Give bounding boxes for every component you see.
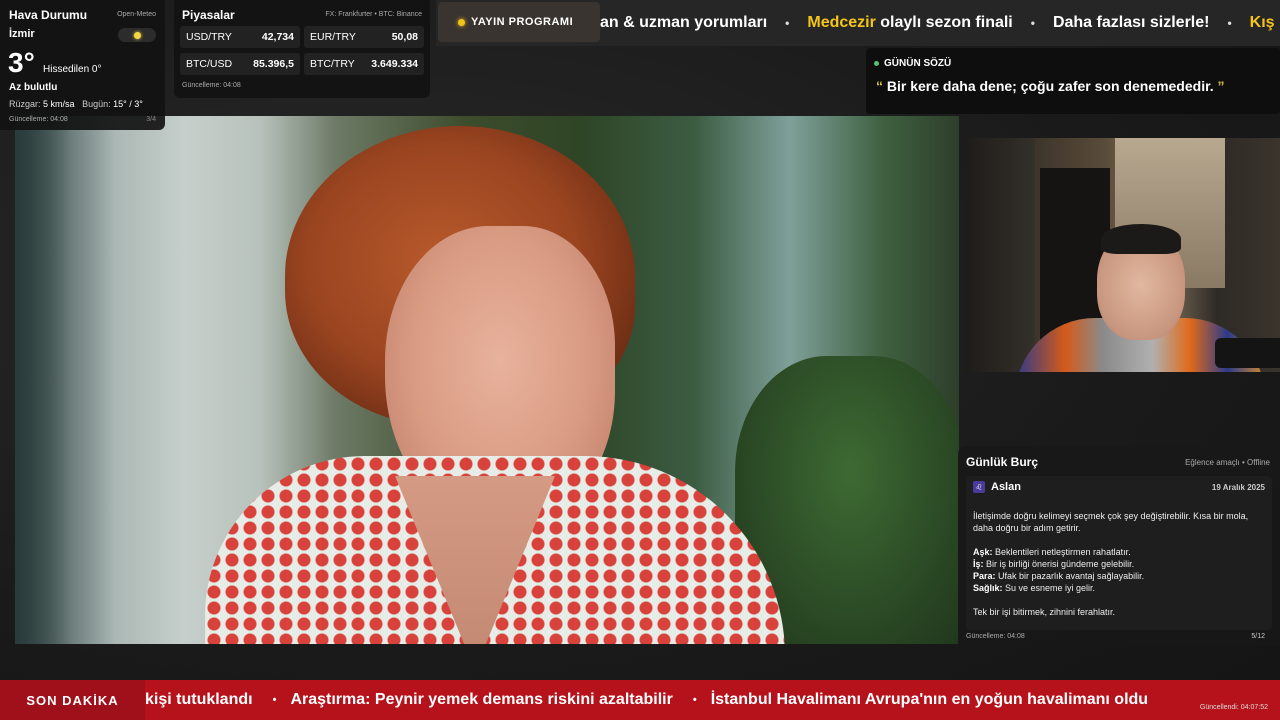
market-row: BTC/TRY 3.649.334 [304, 53, 424, 75]
breaking-item: İstanbul Havalimanı Avrupa'nın en yoğun … [710, 691, 1149, 708]
webcam-background [965, 138, 1035, 372]
market-row: EUR/TRY 50,08 [304, 26, 424, 48]
horoscope-intro: İletişimde doğru kelimeyi seçmek çok şey… [973, 511, 1249, 533]
horoscope-widget: Günlük Burç Eğlence amaçlı • Offline ♌ A… [958, 446, 1280, 646]
horoscope-line: Aşk: Beklentileri netleştirmen rahatlatı… [973, 547, 1131, 557]
horoscope-body: İletişimde doğru kelimeyi seçmek çok şey… [973, 510, 1263, 618]
top-ticker: an & uzman yorumları • Medcezir olaylı s… [600, 0, 1280, 46]
quote-title: GÜNÜN SÖZÜ [874, 58, 951, 69]
horoscope-line: İş: Bir iş birliği önerisi gündeme geleb… [973, 559, 1135, 569]
market-row: USD/TRY 42,734 [180, 26, 300, 48]
horoscope-date: 19 Aralık 2025 [1211, 483, 1265, 492]
horoscope-page-indicator: 5/12 [1251, 633, 1265, 640]
market-row: BTC/USD 85.396,5 [180, 53, 300, 75]
breaking-updated: Güncellendi: 04:07:52 [1199, 704, 1268, 711]
schedule-button[interactable]: YAYIN PROGRAMI [438, 2, 600, 42]
ticker-item: Medcezir olaylı sezon finali [807, 14, 1013, 31]
breaking-label: SON DAKİKA [0, 680, 145, 720]
weather-temperature: 3° [8, 47, 35, 78]
weather-icon-pill [118, 28, 156, 42]
weather-feels-like: Hissedilen 0° [43, 64, 102, 75]
horoscope-tag: Eğlence amaçlı • Offline [1185, 458, 1270, 467]
markets-source: FX: Frankfurter • BTC: Binance [325, 11, 422, 18]
ticker-separator: • [1227, 16, 1232, 30]
breaking-news-bar: kişi tutuklandı • Araştırma: Peynir yeme… [0, 680, 1280, 720]
markets-updated: Güncelleme: 04:08 [182, 82, 241, 89]
quote-text: “ Bir kere daha dene; çoğu zafer son den… [876, 78, 1225, 94]
markets-grid: USD/TRY 42,734 EUR/TRY 50,08 BTC/USD 85.396… [180, 26, 424, 75]
weather-page-indicator: 3/4 [146, 116, 156, 123]
weather-city: İzmir [9, 28, 35, 40]
horoscope-card: ♌ Aslan 19 Aralık 2025 İletişimde doğru … [966, 476, 1272, 630]
schedule-label: YAYIN PROGRAMI [471, 16, 574, 28]
microphone-icon [1215, 338, 1280, 368]
markets-title: Piyasalar [182, 8, 235, 22]
video-background [15, 116, 115, 644]
main-video-player[interactable] [15, 116, 959, 644]
webcam-streamer-hair [1101, 224, 1181, 254]
live-dot-icon [458, 18, 465, 26]
sun-icon [133, 31, 141, 39]
weather-wind-today: Rüzgar: 5 km/sa Bugün: 15° / 3° [9, 99, 143, 109]
ticker-separator: • [1030, 16, 1035, 30]
ticker-separator: • [785, 16, 790, 30]
ticker-item: Daha fazlası sizlerle! [1052, 14, 1210, 31]
stream-overlay: an & uzman yorumları • Medcezir olaylı s… [0, 0, 1280, 720]
breaking-ticker: kişi tutuklandı • Araştırma: Peynir yeme… [145, 680, 1168, 720]
breaking-separator: • [272, 694, 277, 706]
ticker-item: Kış [1249, 14, 1275, 31]
horoscope-line: Sağlık: Su ve esneme iyi gelir. [973, 583, 1096, 593]
markets-widget: Piyasalar FX: Frankfurter • BTC: Binance… [174, 0, 430, 98]
horoscope-line: Para: Ufak bir pazarlık avantaj sağlayab… [973, 571, 1145, 581]
weather-updated: Güncelleme: 04:08 [9, 116, 68, 123]
weather-title: Hava Durumu [9, 8, 88, 22]
leo-icon: ♌ [973, 481, 985, 493]
quote-widget: GÜNÜN SÖZÜ “ Bir kere daha dene; çoğu za… [866, 48, 1280, 114]
breaking-item: Araştırma: Peynir yemek demans riskini a… [290, 691, 673, 708]
weather-widget: Hava Durumu Open-Meteo İzmir 3° Hissedil… [0, 0, 165, 130]
status-dot-icon [874, 61, 879, 66]
weather-condition: Az bulutlu [9, 82, 58, 93]
horoscope-updated: Güncelleme: 04:08 [966, 633, 1025, 640]
breaking-item: kişi tutuklandı [145, 691, 253, 708]
breaking-separator: • [692, 694, 697, 706]
webcam-feed [965, 138, 1280, 372]
weather-source: Open-Meteo [117, 11, 156, 18]
ticker-item: an & uzman yorumları [600, 14, 768, 31]
horoscope-title: Günlük Burç [966, 455, 1039, 469]
horoscope-outro: Tek bir işi bitirmek, zihnini ferahlatır… [973, 607, 1116, 617]
horoscope-sign: ♌ Aslan [973, 481, 1021, 493]
